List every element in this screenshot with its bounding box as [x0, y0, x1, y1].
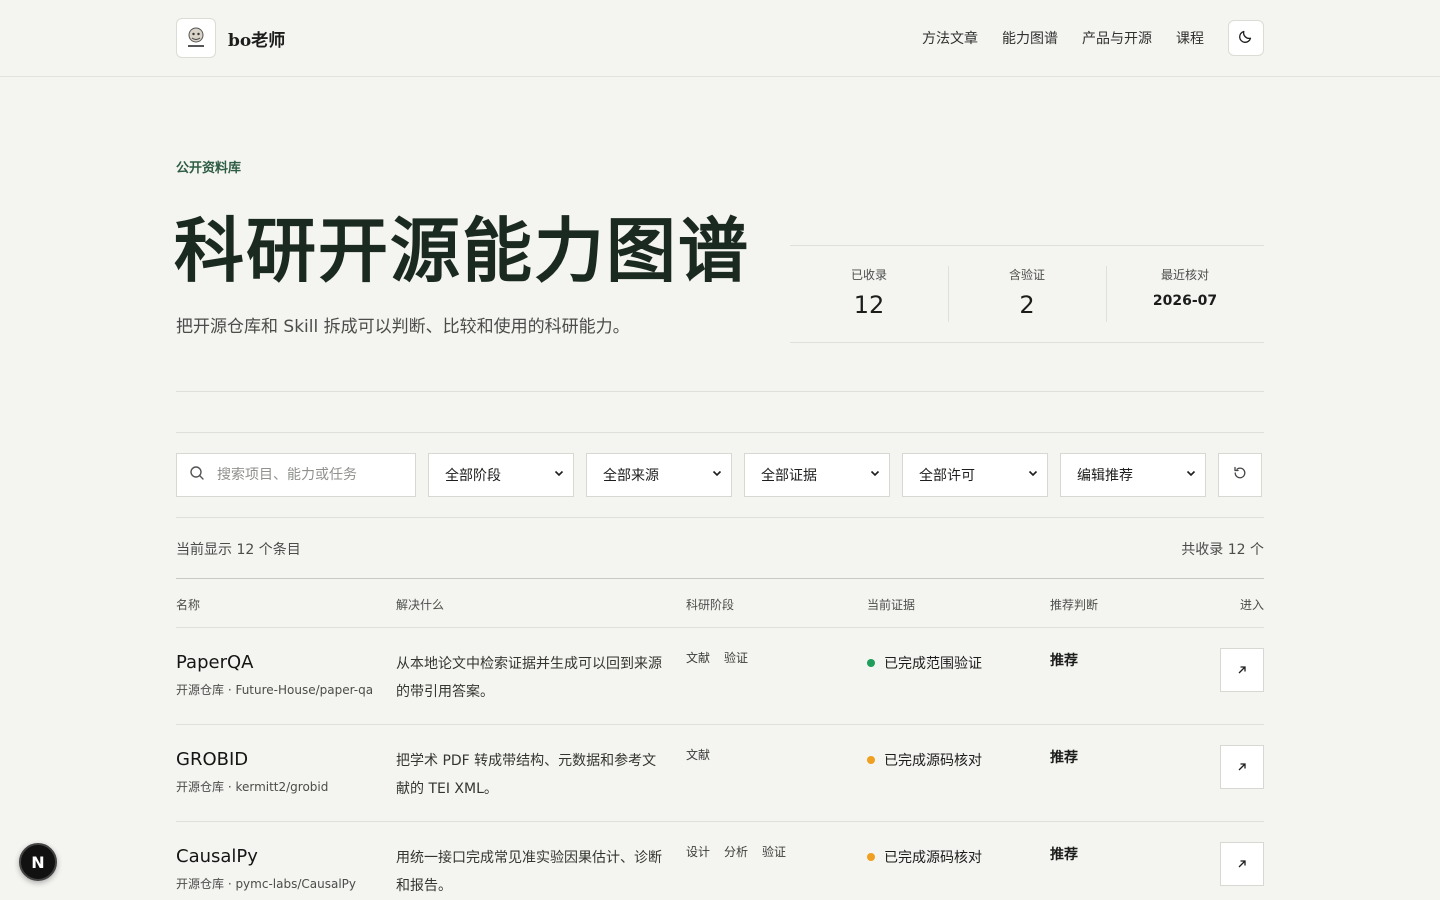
- chevron-down-icon: [1027, 467, 1039, 483]
- total-count: 共收录 12 个: [1181, 542, 1264, 558]
- table-row[interactable]: GROBID 开源仓库 · kermitt2/grobid 把学术 PDF 转成…: [176, 725, 1264, 822]
- stage-tag: 文献: [686, 748, 711, 762]
- chevron-down-icon: [1185, 467, 1197, 483]
- stage-tag: 文献: [686, 651, 711, 665]
- framework-badge[interactable]: N: [19, 843, 57, 881]
- project-description: 用统一接口完成常见准实验因果估计、诊断和报告。: [396, 850, 662, 894]
- stat-value: 2026-07: [1152, 293, 1218, 309]
- stage-tags: 文献 验证: [686, 649, 762, 666]
- project-description: 从本地论文中检索证据并生成可以回到来源的带引用答案。: [396, 656, 662, 700]
- stage-tags: 文献: [686, 746, 724, 763]
- page-title: 科研开源能力图谱: [174, 209, 750, 292]
- search-input[interactable]: [217, 467, 407, 483]
- project-source: 开源仓库 · Future-House/paper-qa: [176, 683, 374, 697]
- page-subtitle: 把开源仓库和 Skill 拆成可以判断、比较和使用的科研能力。: [176, 317, 630, 337]
- brand-name: bo老师: [228, 30, 286, 51]
- moon-icon: [1238, 28, 1254, 48]
- evidence-status: 已完成范围验证: [867, 653, 982, 673]
- column-header-recommendation: 推荐判断: [1050, 598, 1099, 612]
- status-dot: [867, 853, 875, 861]
- recommendation: 推荐: [1050, 653, 1078, 669]
- select-value: 全部阶段: [445, 468, 501, 484]
- stat-label: 含验证: [1008, 268, 1045, 282]
- stage-tags: 设计 分析 验证: [686, 843, 800, 860]
- evidence-label: 已完成源码核对: [884, 850, 982, 866]
- select-value: 全部来源: [603, 468, 659, 484]
- chevron-down-icon: [553, 467, 565, 483]
- reset-filters-button[interactable]: [1218, 453, 1262, 497]
- stat-value: 12: [853, 291, 885, 319]
- stats-panel: 已收录 12 含验证 2 最近核对 2026-07: [790, 245, 1264, 343]
- select-value: 全部证据: [761, 468, 817, 484]
- source-filter-select[interactable]: 全部来源: [586, 453, 732, 497]
- nav-link-products[interactable]: 产品与开源: [1082, 28, 1152, 48]
- license-filter-select[interactable]: 全部许可: [902, 453, 1048, 497]
- stat-value: 2: [1019, 291, 1035, 319]
- chevron-down-icon: [711, 467, 723, 483]
- top-bar: bo老师 方法文章 能力图谱 产品与开源 课程: [0, 0, 1440, 77]
- stage-tag: 分析: [724, 845, 749, 859]
- project-source: 开源仓库 · kermitt2/grobid: [176, 780, 329, 794]
- stat-label: 已收录: [850, 268, 887, 282]
- theme-toggle-button[interactable]: [1228, 20, 1264, 56]
- stat-last-checked: 最近核对 2026-07: [1106, 246, 1264, 342]
- divider: [176, 432, 1264, 433]
- stage-tag: 验证: [762, 845, 787, 859]
- capability-table: 名称 解决什么 科研阶段 当前证据 推荐判断 进入 PaperQA 开源仓库 ·…: [176, 578, 1264, 900]
- column-header-solves: 解决什么: [396, 598, 445, 612]
- sort-select[interactable]: 编辑推荐: [1060, 453, 1206, 497]
- table-row[interactable]: CausalPy 开源仓库 · pymc-labs/CausalPy 用统一接口…: [176, 822, 1264, 900]
- chevron-down-icon: [869, 467, 881, 483]
- recommendation: 推荐: [1050, 847, 1078, 863]
- table-header: 名称 解决什么 科研阶段 当前证据 推荐判断 进入: [176, 578, 1264, 628]
- main-nav: 方法文章 能力图谱 产品与开源 课程: [922, 20, 1264, 56]
- evidence-status: 已完成源码核对: [867, 750, 982, 770]
- select-value: 全部许可: [919, 468, 975, 484]
- project-name[interactable]: PaperQA: [176, 652, 253, 673]
- open-project-button[interactable]: [1220, 648, 1264, 692]
- stat-collected: 已收录 12: [790, 246, 948, 342]
- divider: [176, 391, 1264, 392]
- evidence-label: 已完成范围验证: [884, 656, 982, 672]
- arrow-up-right-icon: [1236, 758, 1248, 777]
- select-value: 编辑推荐: [1077, 468, 1133, 484]
- stage-tag: 验证: [724, 651, 749, 665]
- showing-count: 当前显示 12 个条目: [176, 542, 301, 558]
- reset-icon: [1232, 465, 1248, 485]
- column-header-name: 名称: [176, 598, 201, 612]
- nav-link-articles[interactable]: 方法文章: [922, 28, 978, 48]
- evidence-label: 已完成源码核对: [884, 753, 982, 769]
- eyebrow-label: 公开资料库: [176, 161, 242, 176]
- column-header-enter: 进入: [1239, 598, 1264, 612]
- stage-tag: 设计: [686, 845, 711, 859]
- arrow-up-right-icon: [1236, 855, 1248, 874]
- status-dot: [867, 659, 875, 667]
- stage-filter-select[interactable]: 全部阶段: [428, 453, 574, 497]
- column-header-evidence: 当前证据: [867, 598, 916, 612]
- filter-bar: 全部阶段 全部来源 全部证据 全部许可 编辑推荐: [176, 453, 1262, 497]
- evidence-status: 已完成源码核对: [867, 847, 982, 867]
- nav-link-capability-map[interactable]: 能力图谱: [1002, 28, 1058, 48]
- search-icon: [189, 465, 205, 485]
- open-project-button[interactable]: [1220, 842, 1264, 886]
- arrow-up-right-icon: [1236, 661, 1248, 680]
- status-dot: [867, 756, 875, 764]
- stat-verified: 含验证 2: [948, 246, 1106, 342]
- project-name[interactable]: GROBID: [176, 749, 248, 770]
- column-header-stage: 科研阶段: [686, 598, 735, 612]
- project-description: 把学术 PDF 转成带结构、元数据和参考文献的 TEI XML。: [396, 753, 657, 797]
- nav-link-courses[interactable]: 课程: [1176, 28, 1204, 48]
- project-name[interactable]: CausalPy: [176, 846, 258, 867]
- evidence-filter-select[interactable]: 全部证据: [744, 453, 890, 497]
- stat-label: 最近核对: [1160, 268, 1209, 282]
- logo: [176, 18, 216, 58]
- recommendation: 推荐: [1050, 750, 1078, 766]
- divider: [176, 517, 1264, 518]
- open-project-button[interactable]: [1220, 745, 1264, 789]
- brand[interactable]: bo老师: [176, 18, 285, 58]
- search-box[interactable]: [176, 453, 416, 497]
- table-row[interactable]: PaperQA 开源仓库 · Future-House/paper-qa 从本地…: [176, 628, 1264, 725]
- project-source: 开源仓库 · pymc-labs/CausalPy: [176, 877, 356, 891]
